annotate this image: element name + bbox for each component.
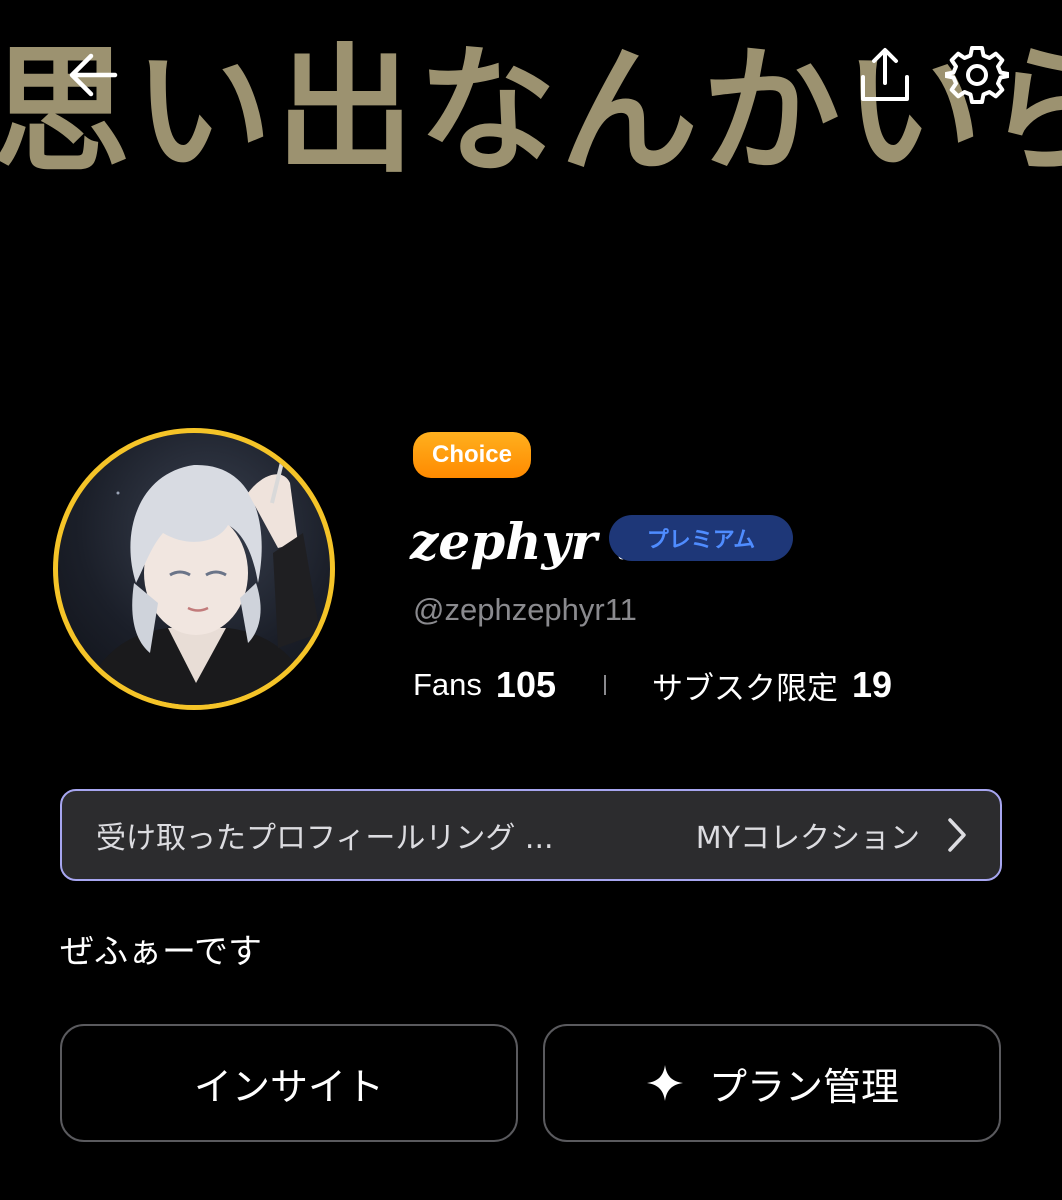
- subscription-count[interactable]: 19: [852, 664, 892, 706]
- profile-stats: Fans 105 サブスク限定 19: [413, 662, 892, 708]
- subscription-label[interactable]: サブスク限定: [652, 663, 838, 708]
- choice-badge: Choice: [413, 432, 531, 478]
- fans-count[interactable]: 105: [496, 664, 556, 706]
- chevron-right-icon: [948, 818, 966, 852]
- user-handle: @zephzephyr11: [413, 592, 637, 627]
- avatar-image: [78, 457, 320, 705]
- insight-button-label: インサイト: [193, 1064, 384, 1109]
- my-collection-label: MYコレクション: [695, 821, 920, 856]
- gear-icon: [945, 46, 1009, 104]
- my-collection-link[interactable]: MYコレクション: [696, 813, 970, 857]
- premium-badge[interactable]: プレミアム: [609, 515, 793, 561]
- share-icon: [861, 48, 909, 101]
- plan-management-button[interactable]: プラン管理: [543, 1024, 1001, 1142]
- avatar[interactable]: [53, 428, 335, 710]
- stats-divider: [604, 675, 606, 695]
- fans-label[interactable]: Fans: [413, 667, 482, 703]
- back-button[interactable]: [58, 40, 128, 110]
- settings-button[interactable]: [942, 40, 1012, 110]
- received-rings-text: 受け取ったプロフィールリング ...: [96, 821, 554, 856]
- profile-banner: 思い出なんかいらん: [0, 0, 1062, 260]
- insight-button[interactable]: インサイト: [60, 1024, 518, 1142]
- plan-button-label: プラン管理: [708, 1064, 899, 1109]
- bio-text: ぜふぁーです: [60, 932, 262, 972]
- sparkle-icon: [645, 1063, 685, 1103]
- share-button[interactable]: [850, 40, 920, 110]
- arrow-left-icon: [69, 53, 118, 97]
- display-name: zephyr .: [410, 512, 632, 571]
- profile-ring-collection-bar[interactable]: 受け取ったプロフィールリング ... MYコレクション: [60, 789, 1002, 881]
